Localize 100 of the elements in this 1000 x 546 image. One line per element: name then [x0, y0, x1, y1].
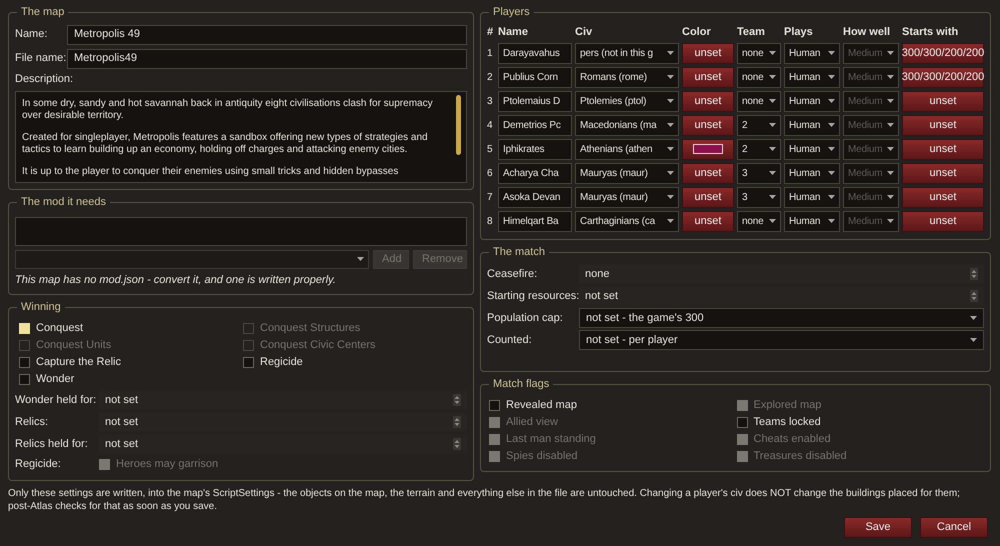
starting-resources-button[interactable]: unset	[902, 138, 984, 160]
dropdown-caret-icon	[970, 316, 977, 320]
dropdown-field[interactable]: Human	[784, 138, 840, 160]
starting-resources-button[interactable]: unset	[902, 162, 984, 184]
name-field[interactable]: Ptolemaius D	[498, 90, 572, 112]
starting-resources-button[interactable]: unset	[902, 90, 984, 112]
dropdown-caret-icon	[769, 171, 776, 175]
dropdown-field[interactable]: Human	[784, 210, 840, 232]
dropdown-field[interactable]: Human	[784, 114, 840, 136]
dropdown-caret-icon	[667, 195, 674, 199]
group-title: The map	[17, 5, 68, 19]
dropdown-field[interactable]: none	[737, 66, 781, 88]
starting-resources-button[interactable]: unset	[902, 210, 984, 232]
column-header: Team	[737, 24, 766, 40]
spin-field[interactable]: none	[579, 265, 984, 283]
scrollbar-thumb[interactable]	[456, 94, 461, 154]
checkbox-label: Revealed map	[506, 398, 577, 414]
spinner-arrows-icon[interactable]	[453, 394, 461, 406]
name-field[interactable]: Himelqart Ba	[498, 210, 572, 232]
save-button[interactable]: Save	[844, 517, 912, 538]
color-button[interactable]: unset	[682, 210, 734, 232]
dropdown-caret-icon	[667, 51, 674, 55]
dropdown-field[interactable]: 2	[737, 114, 781, 136]
spin-field[interactable]: not set	[579, 287, 984, 305]
dropdown-field[interactable]: Romans (rome)	[575, 66, 679, 88]
dropdown-field[interactable]: Ptolemies (ptol)	[575, 90, 679, 112]
dropdown-field[interactable]: not set - per player	[579, 330, 984, 350]
starting-resources-button[interactable]: unset	[902, 114, 984, 136]
row-number: 4	[487, 118, 494, 132]
dropdown-field[interactable]: Human	[784, 186, 840, 208]
name-field[interactable]: Demetrios Pc	[498, 114, 572, 136]
dropdown-field[interactable]: 3	[737, 186, 781, 208]
color-button[interactable]: unset	[682, 186, 734, 208]
checkbox[interactable]	[243, 357, 254, 368]
dropdown-caret-icon	[769, 51, 776, 55]
dropdown-field[interactable]: Human	[784, 90, 840, 112]
dropdown-caret-icon	[667, 123, 674, 127]
dropdown-caret-icon	[769, 99, 776, 103]
color-button[interactable]: unset	[682, 42, 734, 64]
name-field[interactable]: Acharya Cha	[498, 162, 572, 184]
mod-list[interactable]	[15, 216, 467, 246]
text-field[interactable]: Metropolis 49	[67, 24, 467, 44]
spin-field[interactable]: not set	[99, 413, 467, 431]
dropdown-field[interactable]: Human	[784, 162, 840, 184]
dropdown-field[interactable]: pers (not in this g	[575, 42, 679, 64]
row-number: 6	[487, 166, 494, 180]
dropdown-field[interactable]: Macedonians (ma	[575, 114, 679, 136]
field-label: Counted:	[487, 332, 533, 348]
text-field[interactable]: Metropolis49	[67, 48, 467, 68]
color-button[interactable]: unset	[682, 90, 734, 112]
spin-field[interactable]: not set	[99, 391, 467, 409]
dropdown-caret-icon	[357, 257, 364, 261]
description-textarea[interactable]	[15, 90, 467, 182]
starting-resources-button[interactable]: 300/300/200/200	[902, 66, 984, 88]
row-number: 5	[487, 142, 494, 156]
name-field[interactable]: Darayavahus	[498, 42, 572, 64]
dropdown-field[interactable]: not set - the game's 300	[579, 308, 984, 328]
dropdown-field[interactable]: none	[737, 90, 781, 112]
spinner-arrows-icon[interactable]	[970, 290, 978, 302]
spin-field[interactable]: not set	[99, 435, 467, 453]
spinner-arrows-icon[interactable]	[453, 416, 461, 428]
dropdown-field[interactable]: 2	[737, 138, 781, 160]
dropdown-field[interactable]: Mauryas (maur)	[575, 162, 679, 184]
name-field[interactable]: Asoka Devan	[498, 186, 572, 208]
cancel-button[interactable]: Cancel	[920, 517, 988, 538]
checkbox-label: Last man standing	[506, 432, 596, 448]
color-button[interactable]: unset	[682, 114, 734, 136]
dropdown-field[interactable]: Mauryas (maur)	[575, 186, 679, 208]
checkbox[interactable]	[489, 400, 500, 411]
spinner-arrows-icon[interactable]	[453, 438, 461, 450]
starting-resources-button[interactable]: 300/300/200/200	[902, 42, 984, 64]
field-label: Name:	[15, 27, 48, 42]
checkbox[interactable]	[19, 374, 30, 385]
color-button[interactable]	[682, 138, 734, 160]
checkbox-label: Conquest Structures	[260, 321, 360, 336]
dropdown-field[interactable]: Human	[784, 66, 840, 88]
color-button[interactable]: unset	[682, 162, 734, 184]
checkbox[interactable]	[736, 417, 748, 428]
row-number: 1	[487, 46, 494, 60]
dropdown-field[interactable]: none	[737, 42, 781, 64]
starting-resources-button[interactable]: unset	[902, 186, 984, 208]
dropdown-caret-icon	[828, 99, 835, 103]
dropdown-field[interactable]: Human	[784, 42, 840, 64]
dropdown-caret-icon	[828, 219, 835, 223]
dropdown-caret-icon	[769, 219, 776, 223]
color-button[interactable]: unset	[682, 66, 734, 88]
dropdown-field[interactable]: none	[737, 210, 781, 232]
spinner-arrows-icon[interactable]	[970, 268, 978, 280]
dropdown-caret-icon	[667, 147, 674, 151]
dropdown-field[interactable]: 3	[737, 162, 781, 184]
checkbox[interactable]	[19, 357, 30, 368]
dropdown-caret-icon	[667, 99, 674, 103]
dropdown-field[interactable]: Carthaginians (ca	[575, 210, 679, 232]
checkbox-label: Wonder	[36, 372, 74, 388]
name-field[interactable]: Publius Corn	[498, 66, 572, 88]
column-header: Name	[498, 24, 529, 40]
name-field[interactable]: Iphikrates	[498, 138, 572, 160]
dropdown-caret-icon	[769, 123, 776, 127]
dropdown-field[interactable]: Athenians (athen	[575, 138, 679, 160]
field-label: Description:	[15, 72, 74, 87]
